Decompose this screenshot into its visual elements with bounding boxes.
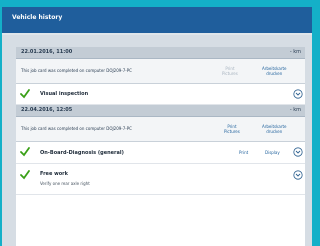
entry-message: This job card was completed on computer …	[21, 68, 132, 73]
history-entry: 22.04.2016, 12:05 - km This job card was…	[16, 105, 305, 195]
checkmark-icon	[20, 147, 30, 157]
entry-info: This job card was completed on computer …	[16, 58, 305, 84]
entry-info: This job card was completed on computer …	[16, 116, 305, 142]
print-pictures-button[interactable]: Print Pictures	[224, 124, 240, 134]
print-workcard-button[interactable]: Arbeitskarte drucken	[262, 124, 287, 134]
entry-date: 22.01.2016, 11:00	[21, 49, 73, 55]
entry-date: 22.04.2016, 12:05	[21, 107, 73, 113]
chevron-down-icon[interactable]	[293, 147, 303, 157]
application-window: Vehicle history 22.01.2016, 11:00 - km T…	[2, 7, 312, 246]
task-name: On-Board-Diagnosis (general)	[40, 150, 124, 156]
entry-message: This job card was completed on computer …	[21, 126, 132, 131]
print-button[interactable]: Print	[239, 150, 248, 155]
entry-header: 22.04.2016, 12:05 - km	[16, 105, 305, 116]
task-row: On-Board-Diagnosis (general) Print Displ…	[16, 142, 305, 164]
chevron-down-icon[interactable]	[293, 170, 303, 180]
window-title: Vehicle history	[2, 7, 312, 35]
checkmark-icon	[20, 89, 30, 99]
entry-header: 22.01.2016, 11:00 - km	[16, 47, 305, 58]
display-button[interactable]: Display	[265, 150, 280, 155]
task-name: Free work	[40, 171, 68, 177]
chevron-down-icon[interactable]	[293, 89, 303, 99]
checkmark-icon	[20, 170, 30, 180]
task-note: Verify one rear axle right	[40, 181, 90, 186]
entry-km: - km	[289, 49, 301, 55]
history-entry: 22.01.2016, 11:00 - km This job card was…	[16, 47, 305, 105]
task-name: Visual inspection	[40, 91, 89, 97]
print-workcard-button[interactable]: Arbeitskarte drucken	[262, 66, 287, 76]
task-row: Visual inspection	[16, 84, 305, 105]
task-row: Free work Verify one rear axle right	[16, 164, 305, 195]
print-pictures-button: Print Pictures	[222, 66, 238, 76]
vehicle-history-panel: 22.01.2016, 11:00 - km This job card was…	[16, 47, 305, 246]
entry-km: - km	[289, 107, 301, 113]
